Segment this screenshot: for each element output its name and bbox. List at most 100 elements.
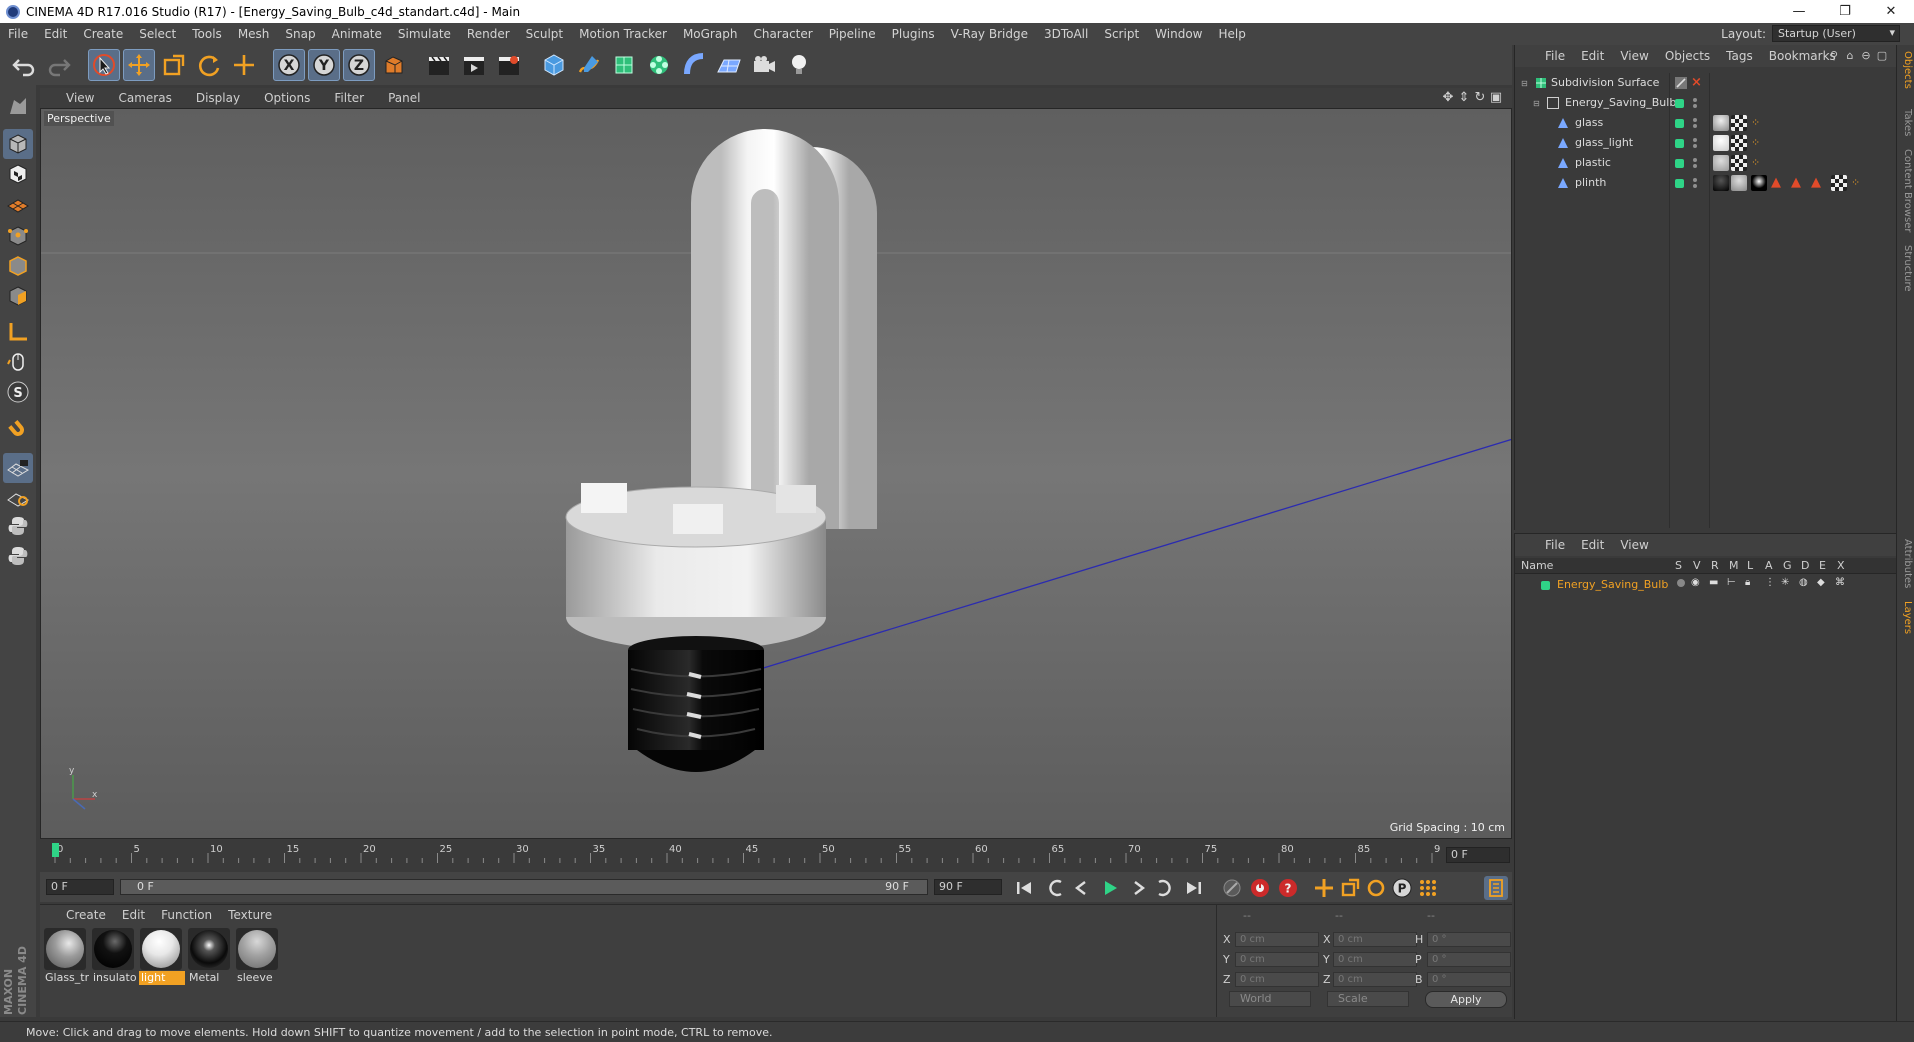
size-z-field[interactable]: 0 cm (1333, 972, 1417, 987)
z-axis-lock-button[interactable]: Z (343, 49, 375, 81)
menu-file[interactable]: File (0, 27, 36, 41)
render-settings-button[interactable] (493, 49, 525, 81)
layer-menu-file[interactable]: File (1537, 538, 1573, 552)
size-x-field[interactable]: 0 cm (1333, 932, 1417, 947)
keyframe-selection-button[interactable]: ? (1276, 876, 1300, 900)
material-tag-icon[interactable] (1713, 175, 1729, 191)
selection-tag-icon[interactable]: ▲ (1791, 175, 1801, 190)
visibility-dots-icon[interactable] (1693, 138, 1697, 148)
collapse-toggle-icon[interactable]: ⊟ (1521, 79, 1528, 88)
material-menu-texture[interactable]: Texture (220, 908, 280, 922)
layer-col-animation[interactable]: A (1765, 559, 1773, 572)
material-menu-function[interactable]: Function (153, 908, 220, 922)
deformer-button[interactable] (678, 49, 710, 81)
layer-col-render[interactable]: R (1711, 559, 1719, 572)
menu-sculpt[interactable]: Sculpt (518, 27, 571, 41)
layer-col-expressions[interactable]: E (1819, 559, 1826, 572)
menu-create[interactable]: Create (75, 27, 131, 41)
material-tag-icon[interactable] (1751, 175, 1767, 191)
pan-icon[interactable]: ✥ (1440, 90, 1456, 106)
phong-tag-icon[interactable]: ⁘ (1751, 116, 1760, 129)
disable-x-icon[interactable]: × (1691, 75, 1702, 90)
texture-tag-icon[interactable] (1831, 175, 1847, 191)
material-tag-icon[interactable] (1713, 135, 1729, 151)
object-menu-objects[interactable]: Objects (1657, 49, 1718, 63)
object-row[interactable]: glass_light ⁘ (1515, 133, 1897, 153)
layer-col-locked[interactable]: L (1747, 559, 1753, 572)
edges-mode-button[interactable] (3, 251, 33, 281)
tab-layers[interactable]: Layers (1899, 601, 1913, 634)
frame-range-slider[interactable]: 0 F 90 F (120, 879, 928, 895)
phong-tag-icon[interactable]: ⁘ (1751, 136, 1760, 149)
x-axis-lock-button[interactable]: X (273, 49, 305, 81)
pos-z-field[interactable]: 0 cm (1235, 972, 1319, 987)
size-y-field[interactable]: 0 cm (1333, 952, 1417, 967)
new-window-icon[interactable]: ▢ (1874, 48, 1890, 64)
timeline-window-button[interactable] (1484, 876, 1508, 900)
python-script-button[interactable] (3, 541, 33, 571)
record-parameter-button[interactable]: P (1390, 876, 1414, 900)
timeline-ruler[interactable]: 051015202530354045505560657075808590 (40, 841, 1512, 871)
rot-b-field[interactable]: 0 ° (1427, 972, 1511, 987)
menu-mesh[interactable]: Mesh (230, 27, 278, 41)
object-row[interactable]: plinth ▲ ▲ ▲ ⁘ (1515, 173, 1897, 193)
record-pla-button[interactable] (1416, 876, 1440, 900)
object-row[interactable]: plastic ⁘ (1515, 153, 1897, 173)
object-row[interactable]: ⊟ Subdivision Surface × (1515, 73, 1897, 93)
viewport-menu-panel[interactable]: Panel (374, 91, 430, 105)
camera-label[interactable]: Perspective (44, 111, 114, 126)
render-to-picture-viewer-button[interactable] (458, 49, 490, 81)
pos-x-field[interactable]: 0 cm (1235, 932, 1319, 947)
coordinate-mode-dropdown[interactable]: Scale (1327, 991, 1409, 1007)
3d-viewport[interactable]: y x Perspective Grid Spacing : 10 cm (40, 108, 1512, 839)
eye-icon[interactable]: ◉ (1691, 577, 1700, 588)
material-metal[interactable]: Metal (187, 927, 231, 987)
apply-button[interactable]: Apply (1425, 991, 1507, 1008)
polygons-mode-button[interactable] (3, 281, 33, 311)
model-mode-button[interactable] (3, 129, 33, 159)
menu-character[interactable]: Character (745, 27, 820, 41)
selection-tag-icon[interactable]: ▲ (1811, 175, 1821, 190)
goto-start-button[interactable] (1012, 876, 1036, 900)
solo-icon[interactable] (1677, 579, 1685, 587)
menu-motion-tracker[interactable]: Motion Tracker (571, 27, 675, 41)
minimize-button[interactable]: — (1776, 0, 1822, 23)
pos-y-field[interactable]: 0 cm (1235, 952, 1319, 967)
menu-mograph[interactable]: MoGraph (675, 27, 746, 41)
menu-select[interactable]: Select (131, 27, 184, 41)
prev-key-button[interactable] (1044, 876, 1068, 900)
move-tool-button[interactable] (123, 49, 155, 81)
render-view-button[interactable] (423, 49, 455, 81)
layer-col-solo[interactable]: S (1675, 559, 1682, 572)
visibility-dots-icon[interactable] (1693, 178, 1697, 188)
undo-button[interactable] (8, 49, 40, 81)
orbit-icon[interactable]: ↻ (1472, 90, 1488, 106)
maximize-view-icon[interactable]: ▣ (1488, 90, 1504, 106)
material-glass-tr[interactable]: Glass_tr (43, 927, 89, 987)
python-button[interactable] (3, 511, 33, 541)
record-rotation-button[interactable] (1364, 876, 1388, 900)
material-menu-edit[interactable]: Edit (114, 908, 153, 922)
end-frame-field[interactable]: 90 F (934, 879, 1002, 895)
layer-col-name[interactable]: Name (1521, 559, 1553, 572)
object-menu-file[interactable]: File (1537, 49, 1573, 63)
prev-frame-button[interactable] (1070, 876, 1094, 900)
menu-pipeline[interactable]: Pipeline (821, 27, 884, 41)
menu-plugins[interactable]: Plugins (884, 27, 943, 41)
cube-primitive-button[interactable] (538, 49, 570, 81)
selection-tag-icon[interactable]: ▲ (1771, 175, 1781, 190)
layer-row[interactable]: Energy_Saving_Bulb ◉ ▬ ⊢ 🔒︎ ⋮ ✳ ◍ ◆ ⌘ (1515, 576, 1897, 596)
material-light[interactable]: light (139, 927, 185, 987)
menu-window[interactable]: Window (1147, 27, 1210, 41)
link-icon[interactable]: ⊖ (1858, 48, 1874, 64)
dolly-icon[interactable]: ⇕ (1456, 90, 1472, 106)
rotate-tool-button[interactable] (193, 49, 225, 81)
layer-col-generators[interactable]: G (1783, 559, 1792, 572)
viewport-menu-options[interactable]: Options (250, 91, 320, 105)
animation-icon[interactable]: ⋮ (1765, 577, 1775, 588)
start-frame-field[interactable]: 0 F (46, 879, 114, 895)
layer-col-deformers[interactable]: D (1801, 559, 1809, 572)
expression-icon[interactable]: ◆ (1817, 577, 1825, 588)
rot-p-field[interactable]: 0 ° (1427, 952, 1511, 967)
coordinate-system-button[interactable] (378, 49, 410, 81)
